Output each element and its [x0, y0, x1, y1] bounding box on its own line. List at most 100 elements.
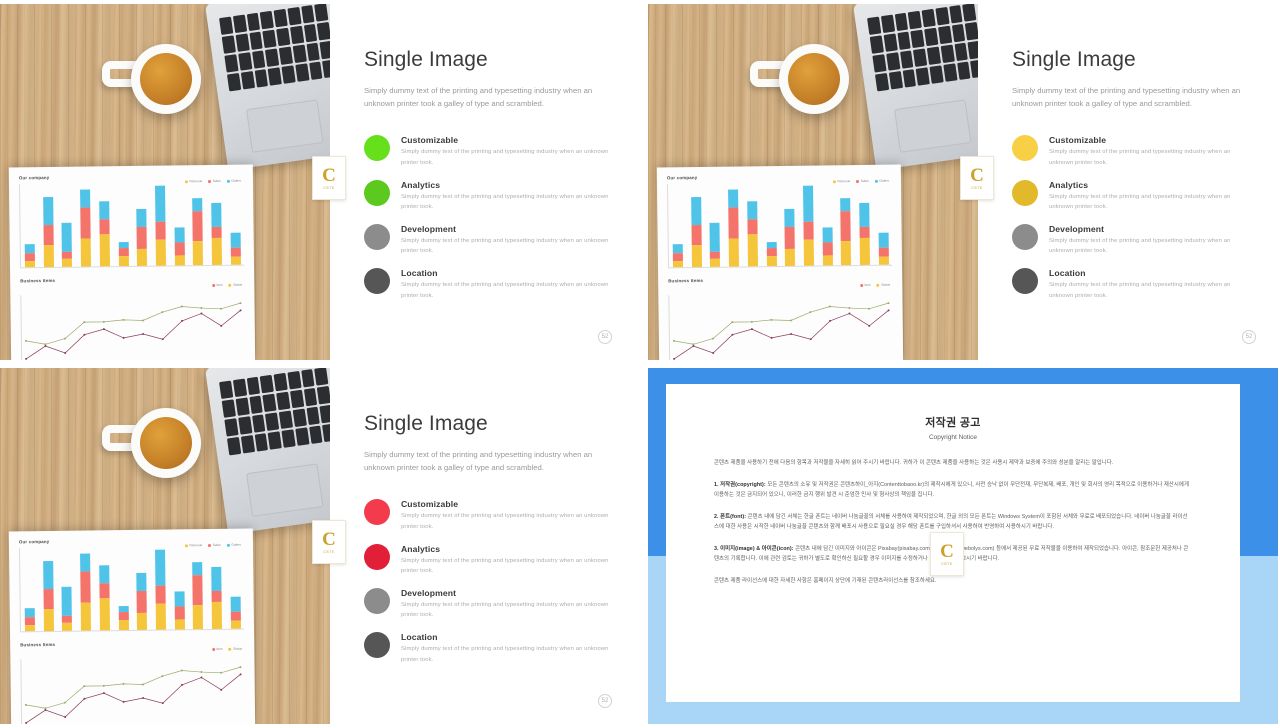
feature-body: Simply dummy text of the printing and ty… — [1049, 193, 1231, 210]
watermark-badge: C CBTE — [312, 520, 346, 564]
bar-column — [672, 244, 684, 268]
bar-column — [211, 202, 223, 266]
legend-item: Status — [229, 283, 242, 287]
bar-column — [155, 549, 167, 630]
bar-column — [61, 222, 73, 267]
bullet-dot-icon — [1012, 179, 1038, 206]
list-item[interactable]: Development Simply dummy text of the pri… — [364, 223, 610, 256]
legend-item: Item — [860, 283, 870, 287]
page-title: Single Image — [364, 412, 488, 435]
feature-list: Customizable Simply dummy text of the pr… — [364, 498, 610, 664]
keyboard-keys — [219, 4, 337, 92]
list-item[interactable]: Location Simply dummy text of the printi… — [364, 267, 610, 300]
page-subtitle: Simply dummy text of the printing and ty… — [364, 86, 593, 108]
bar-column — [99, 201, 110, 267]
slide-content: Single Image Simply dummy text of the pr… — [978, 4, 1278, 360]
list-item[interactable]: Development Simply dummy text of the pri… — [364, 587, 610, 620]
bar-column — [784, 208, 796, 266]
desk-photo: Our company Revenue Sales Orders Busines… — [648, 4, 1008, 360]
feature-heading: Location — [1049, 268, 1086, 279]
bar-column — [174, 227, 185, 266]
slide-thumbnail-copyright[interactable]: 저작권 공고 Copyright Notice 콘텐츠 제품을 사용하기 전에 … — [638, 364, 1280, 728]
feature-body: Simply dummy text of the printing and ty… — [401, 238, 609, 255]
list-item[interactable]: Location Simply dummy text of the printi… — [364, 631, 610, 664]
list-item[interactable]: Analytics Simply dummy text of the print… — [1012, 179, 1254, 212]
list-item[interactable]: Customizable Simply dummy text of the pr… — [364, 134, 610, 167]
feature-heading: Customizable — [401, 499, 459, 510]
line-chart — [20, 656, 246, 724]
stacked-bar-chart — [666, 181, 893, 269]
feature-heading: Development — [401, 588, 457, 599]
bar-column — [155, 185, 167, 266]
feature-body: Simply dummy text of the printing and ty… — [1049, 149, 1231, 166]
bar-column — [766, 242, 777, 267]
bar-column — [192, 562, 204, 630]
slide-thumbnail-green[interactable]: Our company Revenue Sales Orders Busines… — [0, 0, 638, 364]
bar-column — [99, 565, 110, 631]
bar-column — [840, 198, 852, 266]
copyright-title-ko: 저작권 공고 — [925, 417, 981, 429]
feature-heading: Development — [401, 224, 457, 235]
bar-column — [118, 606, 129, 631]
list-item[interactable]: Location Simply dummy text of the printi… — [1012, 267, 1254, 300]
bullet-dot-icon — [1012, 268, 1038, 295]
page-title: Single Image — [364, 48, 488, 71]
copyright-intro: 콘텐츠 제품을 사용하기 전에 다음의 항목과 저작물을 자세히 읽어 주시기 … — [714, 460, 1114, 466]
section-label: 3. 이미지(image) & 아이콘(icon): — [714, 545, 794, 552]
bar-column — [24, 608, 36, 632]
bullet-dot-icon — [364, 632, 390, 659]
bar-column — [822, 227, 833, 266]
stacked-bar-chart — [18, 545, 245, 633]
line-chart — [20, 292, 246, 360]
watermark-sublabel: CBTE — [971, 186, 983, 190]
slide-canvas: Our company Revenue Sales Orders Busines… — [648, 4, 1278, 360]
bullet-dot-icon — [364, 499, 390, 526]
slide-canvas: Our company Revenue Sales Orders Busines… — [0, 368, 634, 724]
bar-column — [230, 596, 241, 629]
list-item[interactable]: Analytics Simply dummy text of the print… — [364, 543, 610, 576]
watermark-letter: C — [322, 529, 336, 550]
slide-thumbnail-yellow[interactable]: Our company Revenue Sales Orders Busines… — [638, 0, 1280, 364]
trackpad — [246, 463, 324, 517]
feature-body: Simply dummy text of the printing and ty… — [1049, 238, 1231, 255]
feature-heading: Development — [1049, 224, 1105, 235]
trackpad — [246, 99, 324, 153]
legend-item: Status — [877, 283, 890, 287]
slide-thumbnail-red[interactable]: Our company Revenue Sales Orders Busines… — [0, 364, 638, 728]
watermark-badge: C CBTE — [930, 532, 964, 576]
list-item[interactable]: Development Simply dummy text of the pri… — [1012, 223, 1254, 256]
list-item[interactable]: Customizable Simply dummy text of the pr… — [1012, 134, 1254, 167]
feature-body: Simply dummy text of the printing and ty… — [401, 513, 609, 530]
bar-column — [136, 572, 148, 630]
feature-heading: Analytics — [1049, 179, 1089, 190]
copyright-section: 1. 저작권(copyright): 모든 콘텐츠의 소유 및 저작권은 콘텐츠… — [714, 480, 1192, 501]
feature-list: Customizable Simply dummy text of the pr… — [1012, 134, 1254, 300]
desk-photo: Our company Revenue Sales Orders Busines… — [0, 4, 360, 360]
feature-body: Simply dummy text of the printing and ty… — [401, 602, 609, 619]
bullet-dot-icon — [364, 179, 390, 206]
line-chart-legend: Item Status — [212, 647, 242, 651]
watermark-letter: C — [940, 541, 954, 562]
feature-body: Simply dummy text of the printing and ty… — [401, 557, 609, 574]
bar-column — [211, 566, 223, 630]
list-item[interactable]: Customizable Simply dummy text of the pr… — [364, 498, 610, 531]
printed-report-sheet: Our company Revenue Sales Orders Busines… — [656, 164, 904, 360]
feature-heading: Analytics — [401, 543, 441, 554]
bar-column — [24, 244, 36, 268]
list-item[interactable]: Analytics Simply dummy text of the print… — [364, 179, 610, 212]
watermark-badge: C CBTE — [312, 156, 346, 200]
copyright-title-en: Copyright Notice — [928, 434, 978, 441]
bar-column — [42, 561, 54, 632]
trackpad — [894, 99, 972, 153]
page-subtitle: Simply dummy text of the printing and ty… — [364, 450, 593, 472]
bullet-dot-icon — [1012, 135, 1038, 162]
bar-column — [803, 185, 815, 266]
feature-heading: Customizable — [1049, 135, 1107, 146]
line-chart-legend: Item Status — [860, 283, 890, 287]
watermark-letter: C — [970, 165, 984, 186]
bar-column — [709, 222, 721, 267]
coffee-mug-icon — [131, 44, 201, 114]
copyright-section: 2. 폰트(font): 콘텐츠 내에 담긴 서체는 한글 폰트는 네이버 나눔… — [714, 512, 1192, 533]
feature-list: Customizable Simply dummy text of the pr… — [364, 134, 610, 300]
bullet-dot-icon — [364, 543, 390, 570]
